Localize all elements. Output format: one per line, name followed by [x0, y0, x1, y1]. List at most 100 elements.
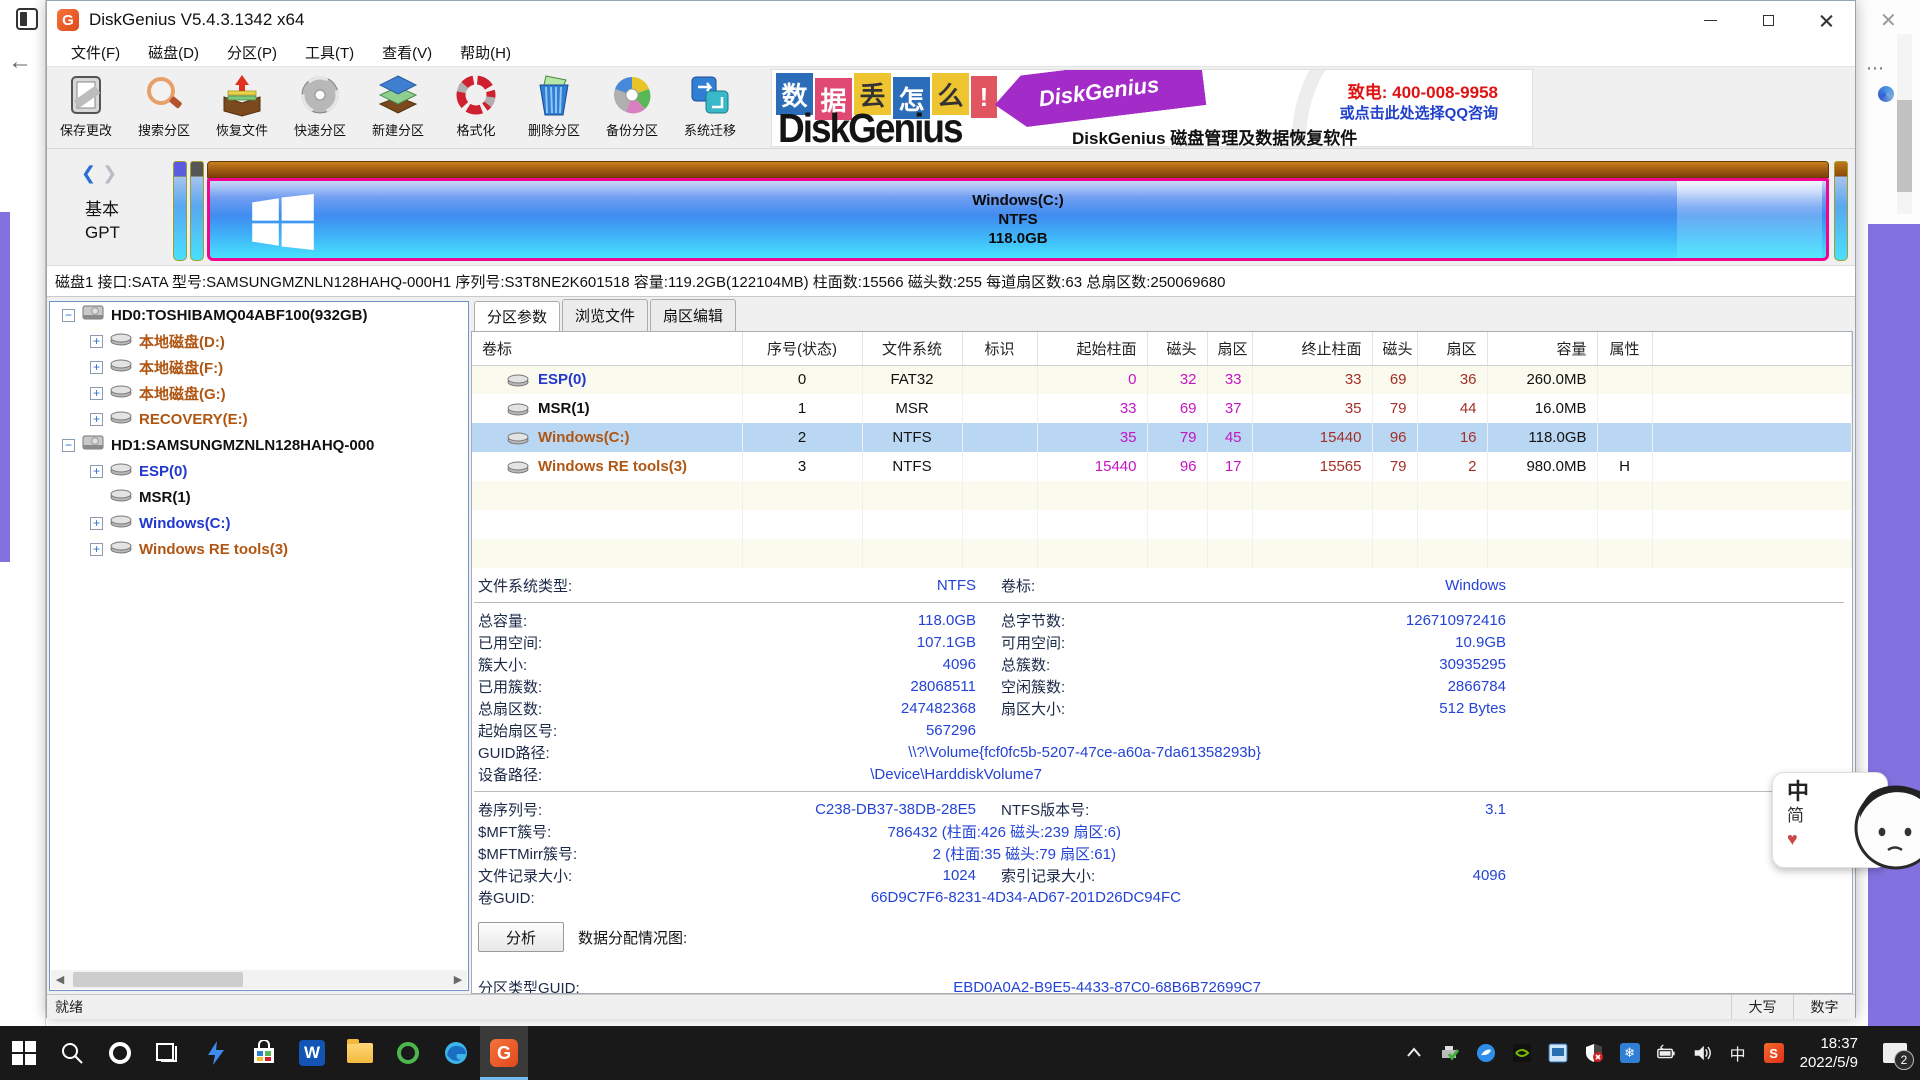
windows-c-partition-bar[interactable]: Windows(C:) NTFS 118.0GB [207, 178, 1829, 261]
sidebar-item--d-[interactable]: +本地磁盘(D:) [50, 328, 468, 354]
format-button[interactable]: 格式化 [437, 67, 515, 147]
menu-item-1[interactable]: 磁盘(D) [134, 39, 213, 66]
tray-expand-button[interactable] [1396, 1026, 1432, 1080]
backup-partition-button[interactable]: 备份分区 [593, 67, 671, 147]
details-value: 2866784 [1251, 678, 1506, 695]
pinned-app-word[interactable]: W [288, 1026, 336, 1080]
details-label: 已用簇数: [472, 676, 682, 697]
back-arrow-icon[interactable]: ← [8, 48, 32, 76]
table-row[interactable]: Windows RE tools(3)3NTFS1544096171556579… [472, 452, 1852, 481]
table-row[interactable]: Windows(C:)2NTFS357945154409616118.0GB [472, 423, 1852, 452]
table-row[interactable]: MSR(1)1MSR33693735794416.0MB [472, 394, 1852, 423]
sidebar-item-recovery-e-[interactable]: +RECOVERY(E:) [50, 406, 468, 432]
tree-horizontal-scrollbar[interactable]: ◀▶ [51, 970, 467, 989]
partition-icon [506, 431, 530, 445]
prev-disk-icon[interactable]: ❮ [81, 163, 96, 184]
sidebar-item-windows-c-[interactable]: +Windows(C:) [50, 510, 468, 536]
tray-defender[interactable] [1576, 1026, 1612, 1080]
sidebar-item-hd0-toshibamq04abf100-932gb-[interactable]: −HD0:TOSHIBAMQ04ABF100(932GB) [50, 302, 468, 328]
collapse-icon[interactable]: − [62, 309, 75, 322]
sidebar-item--f-[interactable]: +本地磁盘(F:) [50, 354, 468, 380]
menu-item-0[interactable]: 文件(F) [57, 39, 134, 66]
expand-icon[interactable]: + [90, 517, 103, 530]
sidebar-item-windows-re-tools-3-[interactable]: +Windows RE tools(3) [50, 536, 468, 562]
system-migrate-button[interactable]: 系统迁移 [671, 67, 749, 147]
recover-files-button[interactable]: 恢复文件 [203, 67, 281, 147]
tab-1[interactable]: 浏览文件 [562, 299, 648, 331]
tray-snowflake-app[interactable]: ❄ [1612, 1026, 1648, 1080]
tray-sogou[interactable]: S [1756, 1026, 1792, 1080]
expand-icon[interactable]: + [90, 465, 103, 478]
taskbar-clock[interactable]: 18:37 2022/5/9 [1792, 1034, 1870, 1072]
pinned-app-store[interactable] [240, 1026, 288, 1080]
tray-printer[interactable] [1432, 1026, 1468, 1080]
banner-qq-link[interactable]: 或点击此处选择QQ咨询 [1340, 102, 1498, 123]
tray-messenger[interactable] [1468, 1026, 1504, 1080]
sidebar-item--g-[interactable]: +本地磁盘(G:) [50, 380, 468, 406]
tray-intel-graphics[interactable] [1540, 1026, 1576, 1080]
recovery-partition-bar[interactable] [1834, 161, 1848, 261]
details-separator [474, 785, 1844, 792]
msr-partition-bar[interactable] [190, 161, 204, 261]
taskbar-search-button[interactable] [48, 1026, 96, 1080]
pinned-app-browser[interactable] [384, 1026, 432, 1080]
tab-0[interactable]: 分区参数 [474, 301, 560, 331]
tab-2[interactable]: 扇区编辑 [650, 299, 736, 331]
pinned-app-edge[interactable] [432, 1026, 480, 1080]
background-close-icon[interactable]: ✕ [1880, 8, 1897, 33]
expand-icon[interactable]: + [90, 335, 103, 348]
sidebar-item-msr-1-[interactable]: MSR(1) [50, 484, 468, 510]
task-view-button[interactable] [144, 1026, 192, 1080]
tray-volume[interactable] [1684, 1026, 1720, 1080]
minimize-button[interactable] [1681, 1, 1739, 39]
expand-icon[interactable]: + [90, 543, 103, 556]
overflow-menu-icon[interactable]: ⋯ [1866, 58, 1885, 79]
details-row: 簇大小:4096总簇数:30935295 [472, 653, 1852, 675]
tray-nvidia[interactable] [1504, 1026, 1540, 1080]
partition-icon [506, 460, 530, 474]
details-label: 起始扇区号: [472, 720, 682, 741]
cortana-button[interactable] [96, 1026, 144, 1080]
table-cell-filler [1652, 452, 1852, 481]
expand-icon[interactable]: + [90, 361, 103, 374]
scrollbar-thumb[interactable] [1897, 100, 1912, 192]
details-value: C238-DB37-38DB-28E5 [682, 801, 976, 818]
next-disk-icon[interactable]: ❯ [102, 163, 117, 184]
sidebar-item-hd1-samsungmznln128hahq-000[interactable]: −HD1:SAMSUNGMZNLN128HAHQ-000 [50, 432, 468, 458]
close-button[interactable] [1797, 1, 1855, 39]
sidebar-toggle-icon[interactable] [16, 8, 38, 30]
analyze-button[interactable]: 分析 [478, 922, 564, 952]
menu-item-4[interactable]: 查看(V) [368, 39, 446, 66]
menu-item-2[interactable]: 分区(P) [213, 39, 291, 66]
start-button[interactable] [0, 1026, 48, 1080]
search-partition-button[interactable]: 搜索分区 [125, 67, 203, 147]
menu-item-3[interactable]: 工具(T) [291, 39, 368, 66]
sidebar-item-esp-0-[interactable]: +ESP(0) [50, 458, 468, 484]
background-scrollbar[interactable] [1897, 34, 1912, 214]
tray-ime-indicator[interactable]: 中 [1720, 1026, 1756, 1080]
toolbar: 保存更改 搜索分区 恢复文件 [47, 67, 1855, 149]
quick-partition-button[interactable]: 快速分区 [281, 67, 359, 147]
scroll-right-icon[interactable]: ▶ [449, 970, 467, 989]
pinned-app-explorer[interactable] [336, 1026, 384, 1080]
esp-partition-bar[interactable] [173, 161, 187, 261]
scrollbar-thumb[interactable] [73, 972, 243, 987]
menu-item-5[interactable]: 帮助(H) [446, 39, 525, 66]
expand-icon[interactable]: + [90, 413, 103, 426]
maximize-button[interactable] [1739, 1, 1797, 39]
promo-banner[interactable]: 数据丢怎么! DiskGenius DiskGenius 致电: 400-008… [771, 69, 1533, 147]
delete-partition-button[interactable]: 删除分区 [515, 67, 593, 147]
table-empty-row [472, 539, 1852, 568]
tray-battery[interactable] [1648, 1026, 1684, 1080]
collapse-icon[interactable]: − [62, 439, 75, 452]
new-partition-button[interactable]: 新建分区 [359, 67, 437, 147]
pinned-app-lightning[interactable] [192, 1026, 240, 1080]
expand-icon[interactable]: + [90, 387, 103, 400]
taskbar-diskgenius-button[interactable]: G [480, 1026, 528, 1080]
notification-center-button[interactable]: 2 [1870, 1026, 1920, 1080]
details-value: \Device\HarddiskVolume7 [682, 766, 1042, 783]
table-row[interactable]: ESP(0)0FAT3203233336936260.0MB [472, 365, 1852, 394]
scroll-left-icon[interactable]: ◀ [51, 970, 69, 989]
save-changes-button[interactable]: 保存更改 [47, 67, 125, 147]
table-cell-filler [1652, 423, 1852, 452]
